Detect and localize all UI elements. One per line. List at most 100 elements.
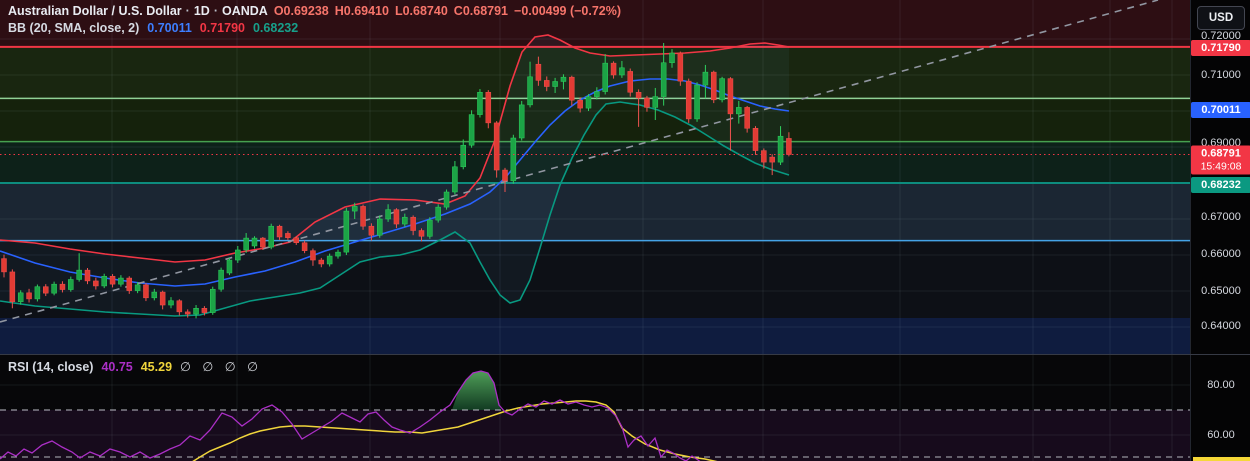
rsi-indicator-header[interactable]: RSI (14, close) 40.75 45.29 ∅ ∅ ∅ ∅ — [8, 359, 262, 374]
header-separator: · — [185, 4, 190, 18]
ohlc-high: H0.69410 — [334, 4, 389, 18]
exchange-label: OANDA — [221, 4, 268, 18]
candle-body — [577, 99, 583, 109]
ohlc-low: L0.68740 — [394, 4, 448, 18]
candle-body — [652, 96, 659, 108]
price-zone — [0, 183, 1190, 241]
candle-body — [84, 269, 91, 282]
candle-body — [276, 225, 283, 238]
bb-upper-value: 0.71790 — [199, 21, 245, 35]
candle-body — [518, 104, 525, 139]
rsi-empty-values: ∅ ∅ ∅ ∅ — [180, 360, 262, 374]
candle-body — [619, 67, 625, 76]
candle-body — [59, 283, 66, 290]
bb-indicator-header[interactable]: BB (20, SMA, close, 2) 0.70011 0.71790 0.68… — [8, 21, 298, 35]
candle-body — [711, 71, 717, 101]
bb-lower-value: 0.68232 — [252, 21, 299, 35]
candle-body — [502, 169, 508, 182]
candle-body — [101, 275, 107, 287]
candle-body — [351, 206, 358, 212]
candle-body — [569, 76, 575, 101]
chart-canvas[interactable] — [0, 0, 1190, 461]
candle-body — [293, 237, 299, 244]
trading-chart-app: Australian Dollar / U.S. Dollar · 1D · OANDA… — [0, 0, 1250, 461]
symbol-title: Australian Dollar / U.S. Dollar — [8, 4, 182, 18]
candle-body — [310, 250, 316, 261]
candle-body — [736, 107, 742, 115]
candle-body — [443, 191, 450, 208]
candle-body — [585, 96, 592, 109]
price-zone — [0, 318, 1190, 354]
candle-body — [544, 80, 550, 87]
candle-body — [76, 269, 82, 280]
candle-body — [260, 237, 266, 248]
candle-body — [560, 76, 567, 82]
candle-body — [685, 80, 692, 120]
pane-divider[interactable] — [0, 354, 1250, 355]
candle-body — [452, 166, 458, 193]
chart-svg — [0, 0, 1190, 461]
ohlc-open: O0.69238 — [273, 4, 329, 18]
candle-body — [201, 308, 208, 313]
candle-body — [210, 288, 216, 313]
candle-body — [17, 292, 24, 303]
candle-body — [402, 216, 408, 225]
candle-body — [485, 92, 492, 124]
price-axis-label: 0.66000 — [1201, 248, 1241, 260]
rsi-ma-axis-badge-sliver — [1193, 457, 1250, 461]
candle-body — [335, 251, 341, 257]
candle-body — [635, 92, 642, 99]
price-axis-label: 80.00 — [1207, 379, 1235, 391]
candle-body — [118, 277, 124, 285]
candle-body — [702, 71, 709, 86]
price-axis-label: 60.00 — [1207, 429, 1235, 441]
candle-body — [669, 52, 675, 64]
price-axis-label: 0.67000 — [1201, 211, 1241, 223]
price-axis-badge: 0.68232 — [1191, 177, 1250, 193]
candle-body — [761, 150, 767, 163]
price-axis[interactable]: USD 0.72000 0.71000 0.69000 0.67000 0.66000 0… — [1190, 0, 1250, 461]
candle-body — [176, 300, 183, 313]
candle-body — [51, 283, 57, 294]
candle-body — [326, 255, 333, 265]
rsi-ma-value: 45.29 — [140, 360, 173, 374]
candle-body — [368, 225, 375, 236]
candle-body — [159, 291, 166, 306]
candle-body — [602, 62, 608, 92]
candle-body — [727, 78, 734, 115]
ohlc-change: −0.00499 (−0.72%) — [514, 4, 622, 18]
candle-body — [468, 114, 475, 146]
candle-body — [1, 258, 7, 273]
candle-body — [393, 209, 400, 225]
candle-body — [777, 135, 784, 163]
price-axis-label: 0.64000 — [1201, 320, 1241, 332]
countdown-timer: 15:49:08 — [1200, 160, 1242, 173]
candle-body — [460, 144, 466, 168]
candle-body — [43, 286, 49, 294]
price-axis-badge: 0.68791 15:49:08 — [1191, 145, 1250, 175]
candle-body — [677, 52, 684, 82]
candle-body — [694, 84, 700, 120]
candle-body — [535, 63, 542, 81]
candle-body — [552, 81, 558, 87]
price-axis-badge: 0.71790 — [1191, 40, 1250, 56]
candle-body — [318, 259, 325, 265]
candle-body — [34, 286, 41, 300]
candle-body — [427, 219, 433, 237]
candle-body — [752, 128, 759, 151]
candle-body — [493, 122, 500, 171]
symbol-header[interactable]: Australian Dollar / U.S. Dollar · 1D · OANDA… — [8, 4, 621, 18]
candle-body — [268, 225, 274, 248]
candle-body — [251, 237, 258, 247]
candle-body — [243, 237, 249, 251]
currency-toggle-button[interactable]: USD — [1197, 6, 1245, 30]
candle-body — [385, 209, 391, 220]
candle-body — [193, 308, 199, 315]
candle-body — [644, 97, 650, 108]
price-zone — [0, 141, 1190, 183]
candle-body — [719, 78, 725, 101]
candle-body — [660, 62, 667, 97]
price-axis-label: 0.65000 — [1201, 285, 1241, 297]
candle-body — [343, 210, 350, 253]
bb-label: BB (20, SMA, close, 2) — [8, 21, 140, 35]
